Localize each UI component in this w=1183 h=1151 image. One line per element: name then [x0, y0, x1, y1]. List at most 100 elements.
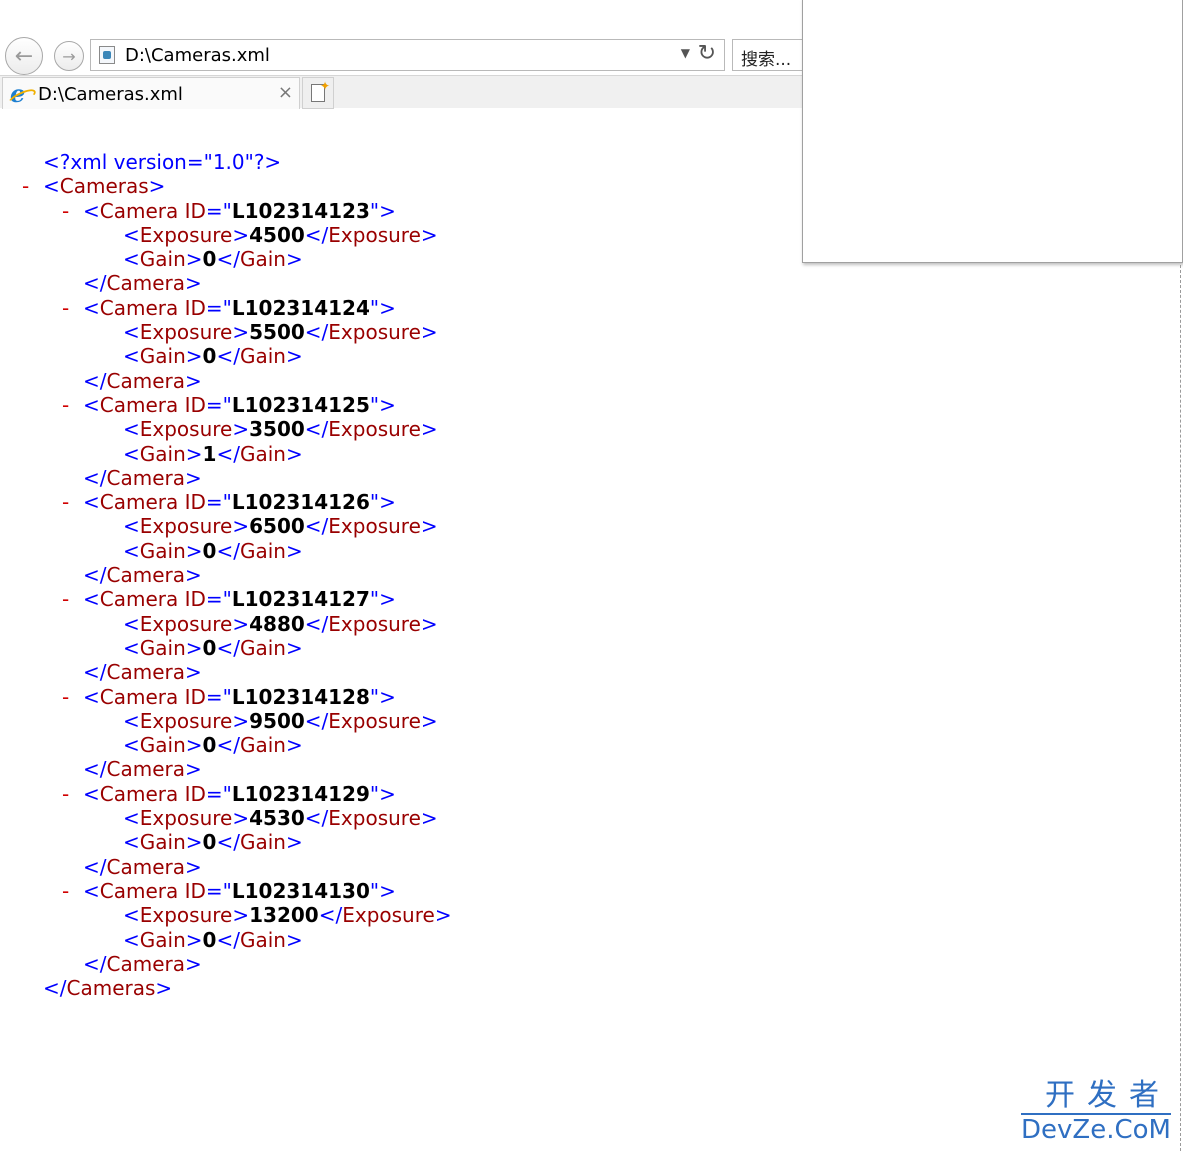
popup-window: [802, 0, 1183, 263]
exposure-line: <Exposure>4500</Exposure>: [123, 222, 438, 247]
tag-name: Cameras: [66, 976, 156, 1001]
refresh-icon[interactable]: ↻: [698, 41, 716, 66]
back-arrow-icon: ←: [14, 43, 34, 69]
camera-id: L102314123: [231, 198, 370, 223]
tag-name: Camera: [99, 392, 185, 417]
camera-close-line: </Camera>: [83, 271, 202, 296]
camera-open-line: - <Camera ID="L102314126">: [62, 490, 396, 515]
exposure-line: <Exposure>4530</Exposure>: [123, 806, 438, 831]
gain-line: <Gain>0</Gain>: [123, 927, 303, 952]
exposure-value: 3500: [249, 417, 305, 442]
tag-name: Camera: [99, 781, 185, 806]
collapse-toggle[interactable]: -: [62, 879, 69, 903]
tag-name: Camera: [99, 295, 185, 320]
gain-line: <Gain>0</Gain>: [123, 733, 303, 758]
exposure-line: <Exposure>3500</Exposure>: [123, 417, 438, 442]
tag-name: Camera: [99, 587, 185, 612]
back-button[interactable]: ←: [5, 37, 43, 75]
camera-open-line: - <Camera ID="L102314128">: [62, 684, 396, 709]
exposure-value: 4530: [249, 806, 305, 831]
collapse-toggle[interactable]: -: [62, 199, 69, 223]
browser-chrome: ← → D:\Cameras.xml ▼ ↻ 搜索... e D:\Camera…: [0, 0, 807, 109]
camera-close-line: </Camera>: [83, 660, 202, 685]
tag-name: Cameras: [59, 174, 149, 199]
attribute-name: ID: [184, 392, 206, 417]
camera-close-line: </Camera>: [83, 465, 202, 490]
gain-line: <Gain>0</Gain>: [123, 538, 303, 563]
gain-line: <Gain>1</Gain>: [123, 441, 303, 466]
gain-line: <Gain>0</Gain>: [123, 344, 303, 369]
gain-value: 0: [202, 927, 217, 952]
camera-id: L102314124: [231, 295, 370, 320]
exposure-line: <Exposure>9500</Exposure>: [123, 708, 438, 733]
search-input[interactable]: 搜索...: [732, 39, 807, 71]
exposure-value: 5500: [249, 320, 305, 345]
tag-name: Camera: [99, 198, 185, 223]
camera-close-line: </Camera>: [83, 563, 202, 588]
gain-value: 0: [202, 733, 217, 758]
attribute-name: ID: [184, 295, 206, 320]
attribute-name: ID: [184, 587, 206, 612]
collapse-toggle[interactable]: -: [22, 174, 29, 198]
exposure-value: 4880: [249, 611, 305, 636]
exposure-line: <Exposure>6500</Exposure>: [123, 514, 438, 539]
collapse-toggle[interactable]: -: [62, 782, 69, 806]
exposure-line: <Exposure>5500</Exposure>: [123, 320, 438, 345]
attribute-name: ID: [184, 781, 206, 806]
camera-open-line: - <Camera ID="L102314123">: [62, 198, 396, 223]
collapse-toggle[interactable]: -: [62, 685, 69, 709]
ie-icon: e: [10, 79, 26, 108]
tag-name: Camera: [99, 490, 185, 515]
address-bar[interactable]: D:\Cameras.xml ▼ ↻: [90, 39, 725, 71]
watermark-line2: DevZe.CoM: [1021, 1113, 1171, 1145]
new-tab-button[interactable]: ✦: [302, 77, 334, 109]
collapse-toggle[interactable]: -: [62, 490, 69, 514]
camera-close-line: </Camera>: [83, 951, 202, 976]
root-open-line: - <Cameras>: [22, 174, 166, 199]
gain-value: 1: [202, 441, 217, 466]
gain-value: 0: [202, 538, 217, 563]
gain-value: 0: [202, 830, 217, 855]
tag-name: Camera: [99, 684, 185, 709]
gain-value: 0: [202, 247, 217, 272]
exposure-value: 13200: [249, 903, 319, 928]
gain-line: <Gain>0</Gain>: [123, 830, 303, 855]
camera-close-line: </Camera>: [83, 757, 202, 782]
camera-id: L102314128: [231, 684, 370, 709]
camera-open-line: - <Camera ID="L102314125">: [62, 392, 396, 417]
watermark: 开发者 DevZe.CoM: [1021, 1079, 1171, 1145]
camera-id: L102314130: [231, 878, 370, 903]
camera-id: L102314127: [231, 587, 370, 612]
collapse-toggle[interactable]: -: [62, 393, 69, 417]
tab-title: D:\Cameras.xml: [38, 84, 183, 105]
chevron-down-icon[interactable]: ▼: [681, 46, 690, 60]
gain-line: <Gain>0</Gain>: [123, 247, 303, 272]
address-text[interactable]: D:\Cameras.xml: [125, 45, 270, 66]
exposure-line: <Exposure>13200</Exposure>: [123, 903, 452, 928]
tag-name: Camera: [99, 878, 185, 903]
close-icon[interactable]: ×: [278, 82, 293, 103]
camera-close-line: </Camera>: [83, 854, 202, 879]
gain-value: 0: [202, 344, 217, 369]
forward-arrow-icon: →: [62, 46, 76, 66]
window-edge: [1180, 265, 1181, 1151]
tab-active[interactable]: e D:\Cameras.xml ×: [2, 77, 300, 109]
exposure-value: 4500: [249, 222, 305, 247]
collapse-toggle[interactable]: -: [62, 587, 69, 611]
camera-id: L102314129: [231, 781, 370, 806]
camera-close-line: </Camera>: [83, 368, 202, 393]
camera-id: L102314125: [231, 392, 370, 417]
exposure-line: <Exposure>4880</Exposure>: [123, 611, 438, 636]
gain-line: <Gain>0</Gain>: [123, 635, 303, 660]
watermark-line1: 开发者: [1045, 1078, 1171, 1113]
attribute-name: ID: [184, 198, 206, 223]
collapse-toggle[interactable]: -: [62, 296, 69, 320]
camera-open-line: - <Camera ID="L102314124">: [62, 295, 396, 320]
camera-open-line: - <Camera ID="L102314130">: [62, 878, 396, 903]
attribute-name: ID: [184, 490, 206, 515]
camera-open-line: - <Camera ID="L102314129">: [62, 781, 396, 806]
attribute-name: ID: [184, 878, 206, 903]
xml-declaration: <?xml version="1.0"?>: [43, 150, 282, 174]
camera-id: L102314126: [231, 490, 370, 515]
forward-button[interactable]: →: [54, 41, 84, 71]
